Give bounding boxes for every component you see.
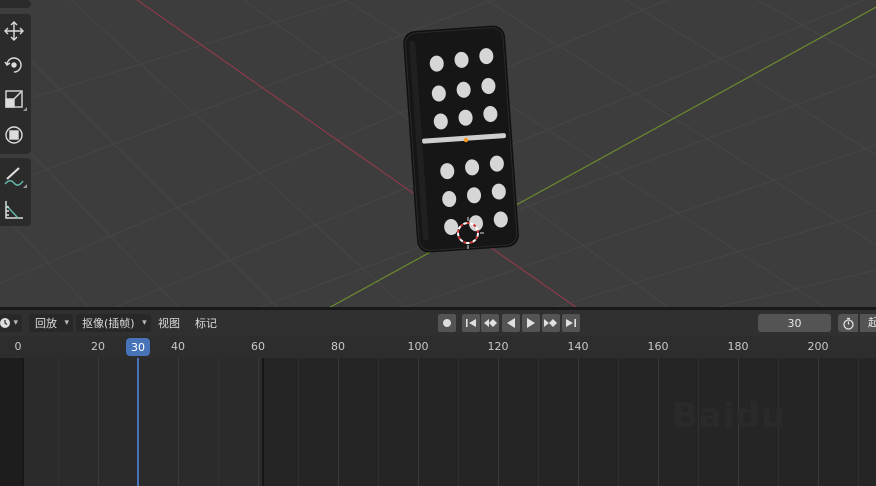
jump-end-button[interactable] [562,314,580,332]
watermark: Baidu [672,396,787,436]
ruler-tick-label: 40 [171,340,185,353]
clock-icon [0,318,10,328]
play-reverse-button[interactable] [502,314,520,332]
timeline-grid-line [418,358,419,486]
playhead-line[interactable] [137,358,139,486]
chevron-down-icon: ▾ [64,318,69,328]
timeline-grid-line [498,358,499,486]
marker-menu-label: 标记 [195,317,217,330]
jump-start-icon [466,319,476,327]
play-button[interactable] [522,314,540,332]
ruler-tick-label: 60 [251,340,265,353]
playback-label: 回放 [35,317,57,330]
ruler-tick-label: 80 [331,340,345,353]
chevron-down-icon: ▾ [13,318,18,328]
object-origin [463,137,469,143]
measure-tool-icon [5,201,23,219]
timeline-grid-line [58,358,59,486]
use-preview-range-button[interactable] [838,314,858,332]
auto-keying-button[interactable] [438,314,456,332]
3d-viewport[interactable] [0,0,876,307]
timeline-grid-line [338,358,339,486]
timeline-grid-line [218,358,219,486]
playhead-frame-badge[interactable]: 30 [126,338,150,356]
move-tool-button[interactable] [0,16,28,46]
annotate-tool-icon [4,167,24,186]
timeline-grid-line [538,358,539,486]
prev-keyframe-button[interactable] [481,314,499,332]
play-icon [527,318,535,328]
keying-dropdown[interactable]: 抠像(插帧) ▾ [76,314,151,332]
move-tool-icon [4,21,24,41]
rotate-tool-button[interactable] [0,50,28,80]
jump-start-button[interactable] [462,314,480,332]
marker-menu[interactable]: 标记 [191,314,221,332]
stopwatch-icon [842,317,854,330]
timeline-grid-line [858,358,859,486]
toolbar-top-sliver [0,0,31,8]
tool-shelf-annotate [0,158,31,226]
editor-type-dropdown[interactable]: ▾ [0,314,22,332]
current-frame-field[interactable]: 30 [758,314,831,332]
ruler-tick-label: 140 [567,340,589,353]
transform-tool-button[interactable] [0,120,28,150]
scale-tool-icon [5,90,23,108]
playback-dropdown[interactable]: 回放 ▾ [29,314,73,332]
timeline-grid-line [818,358,819,486]
ruler-tick-label: 200 [807,340,829,353]
ruler-tick-label: 160 [647,340,669,353]
tool-shelf-transform [0,14,31,154]
transform-tool-icon [5,126,23,144]
domino [403,25,519,253]
timeline-grid-line [98,358,99,486]
play-reverse-icon [507,318,515,328]
timeline-grid-line [298,358,299,486]
timeline-grid-line [658,358,659,486]
ruler-tick-label: 180 [727,340,749,353]
ruler-tick-label: 100 [407,340,429,353]
frame-start-field[interactable]: 起 [860,314,876,332]
range-start-marker [22,358,24,486]
ruler-tick-label: 0 [14,340,22,353]
timeline-grid-line [378,358,379,486]
record-icon [443,319,451,327]
viewport-grid [0,0,876,307]
timeline-grid-line [618,358,619,486]
timeline-grid-line [458,358,459,486]
keying-label: 抠像(插帧) [82,317,135,330]
timeline-header: ▾ 回放 ▾ 抠像(插帧) ▾ 视图 标记 30 起 [0,310,876,336]
next-keyframe-icon [544,319,557,327]
timeline-ruler[interactable]: 0 20 30 40 60 80 100 120 140 160 180 200 [0,336,876,358]
timeline-grid-line [578,358,579,486]
measure-tool-button[interactable] [0,195,28,225]
view-menu-label: 视图 [158,317,180,330]
annotate-tool-button[interactable] [0,161,28,191]
next-keyframe-button[interactable] [542,314,560,332]
prev-keyframe-icon [484,319,497,327]
timeline-grid-line [178,358,179,486]
scale-tool-button[interactable] [0,84,28,114]
view-menu[interactable]: 视图 [154,314,184,332]
ruler-tick-label: 120 [487,340,509,353]
rotate-tool-icon [4,57,22,73]
timeline-area[interactable]: Baidu [0,358,876,486]
ruler-tick-label: 20 [91,340,105,353]
jump-end-icon [566,319,576,327]
chevron-down-icon: ▾ [142,318,147,328]
out-of-range-region [0,358,22,486]
timeline-grid-line [258,358,259,486]
range-end-marker [262,358,264,486]
